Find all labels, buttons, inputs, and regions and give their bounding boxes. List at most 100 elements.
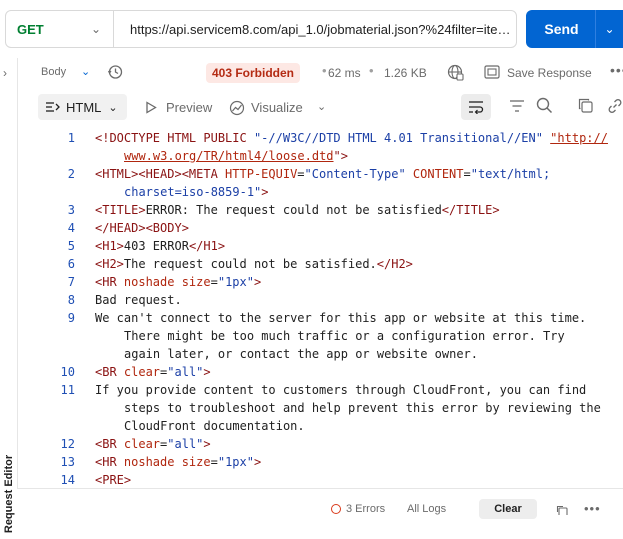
url-input[interactable]: https://api.servicem8.com/api_1.0/jobmat… [114,22,515,37]
code-line: <BR clear="all"> [95,365,211,379]
code-token: The request could not be satisfied. [123,257,377,271]
copy-icon[interactable] [578,98,593,113]
code-token: again later, or contact the app or websi… [124,347,479,361]
code-line: Bad request. [95,293,182,307]
clear-button[interactable]: Clear [479,499,537,519]
format-select[interactable]: HTML ⌄ [38,94,127,120]
code-token: "-//W3C//DTD HTML 4.01 Transitional//EN" [253,131,543,145]
line-number: 3 [67,203,75,217]
chevron-down-icon: ⌄ [90,22,101,36]
code-token: There might be too much traffic or a con… [124,329,565,343]
code-line: </HEAD><BODY> [95,221,189,235]
history-icon[interactable] [107,64,123,80]
line-number: 7 [67,275,75,289]
response-size[interactable]: 1.26 KB [384,66,427,80]
code-token: <HR [95,455,124,469]
code-line: steps to troubleshoot and help prevent t… [124,401,601,415]
code-token: > [261,185,269,199]
chevron-down-icon[interactable]: ⌄ [317,100,326,113]
visualize-button[interactable]: Visualize [251,100,303,115]
code-token: </H2> [376,257,413,271]
method-select[interactable]: GET ⌄ [6,11,114,47]
line-number: 6 [67,257,75,271]
response-body-code[interactable]: 1 <!DOCTYPE HTML PUBLIC "-//W3C//DTD HTML… [17,128,623,488]
code-format-icon [46,102,60,112]
line-number: 11 [60,383,75,397]
wrap-icon [469,101,484,114]
chevron-down-icon[interactable]: ⌄ [81,65,90,78]
expand-chevron-icon[interactable]: › [3,66,7,80]
send-options-chevron-icon[interactable]: ⌄ [596,22,623,36]
preview-button[interactable]: Preview [166,100,212,115]
code-token: charset=iso-8859-1" [124,185,262,199]
code-token: <HTML><HEAD><META [95,167,226,181]
separator-dot: • [322,63,327,78]
console-bar: 3 Errors All Logs Clear ••• [17,488,623,519]
code-token: Bad request. [95,293,182,307]
code-line: <!DOCTYPE HTML PUBLIC "-//W3C//DTD HTML … [95,131,608,145]
code-token: = [463,167,471,181]
line-number: 14 [60,473,75,487]
code-token: <BR [95,437,124,451]
line-number: 2 [67,167,75,181]
code-token: > [203,437,211,451]
save-response-button[interactable]: Save Response [507,66,592,80]
format-label: HTML [66,99,102,115]
line-number: 13 [60,455,75,469]
left-sidebar: › Request Editor [0,58,18,533]
code-line: <HTML><HEAD><META HTTP-EQUIV="Content-Ty… [95,167,550,181]
line-number: 8 [67,293,75,307]
visualize-icon[interactable] [229,100,246,117]
all-logs-select[interactable]: All Logs [407,503,446,515]
response-status-row: Body ⌄ 403 Forbidden • 62 ms • 1.26 KB S… [17,58,623,88]
line-number: 1 [67,131,75,145]
code-token: "> [333,149,348,163]
more-options-icon[interactable]: ••• [584,501,601,516]
copy-icon[interactable] [556,505,568,515]
code-line: charset=iso-8859-1"> [124,185,269,199]
send-label: Send [544,21,579,37]
code-token[interactable]: "http:// [550,131,608,145]
code-token: "text/html; [470,167,551,181]
code-line: <BR clear="all"> [95,437,211,451]
globe-icon[interactable] [447,64,464,81]
status-badge[interactable]: 403 Forbidden [206,63,301,83]
code-token: <PRE> [95,473,132,487]
errors-label: 3 Errors [346,503,386,515]
send-button[interactable]: Send ⌄ [526,10,623,48]
code-line: We can't connect to the server for this … [95,311,586,325]
response-time[interactable]: 62 ms [328,66,361,80]
code-token: = [210,455,218,469]
request-bar: GET ⌄ https://api.servicem8.com/api_1.0/… [5,10,517,48]
code-line: <H2>The request could not be satisfied.<… [95,257,413,271]
chevron-down-icon: ⌄ [108,101,118,114]
save-icon[interactable] [484,65,500,79]
body-tab[interactable]: Body [41,66,66,78]
code-line: <PRE> [95,473,131,487]
more-options-icon[interactable]: ••• [610,62,623,78]
line-number: 4 [67,221,75,235]
play-icon[interactable] [145,101,157,114]
filter-icon[interactable] [509,99,525,113]
code-token: = [297,167,305,181]
code-line: If you provide content to customers thro… [95,383,586,397]
search-icon[interactable] [536,97,553,114]
code-token: "all" [167,365,204,379]
response-toolbar: HTML ⌄ Preview Visualize ⌄ [17,92,623,124]
code-token: CONTENT [412,167,464,181]
line-number: 12 [60,437,75,451]
code-line: <HR noshade size="1px"> [95,275,261,289]
code-token: > [253,455,262,469]
request-editor-label[interactable]: Request Editor [3,449,15,539]
errors-indicator[interactable]: 3 Errors [331,503,385,515]
link-icon[interactable] [607,98,623,114]
code-token: "all" [167,437,204,451]
code-token: clear [123,437,161,451]
code-token[interactable]: www.w3.org/TR/html4/loose.dtd [124,149,334,163]
line-number: 10 [60,365,75,379]
code-token: We can't connect to the server for this … [95,311,587,325]
code-token: </H1> [188,239,226,253]
wrap-lines-button[interactable] [461,94,491,120]
code-token: clear [123,365,161,379]
